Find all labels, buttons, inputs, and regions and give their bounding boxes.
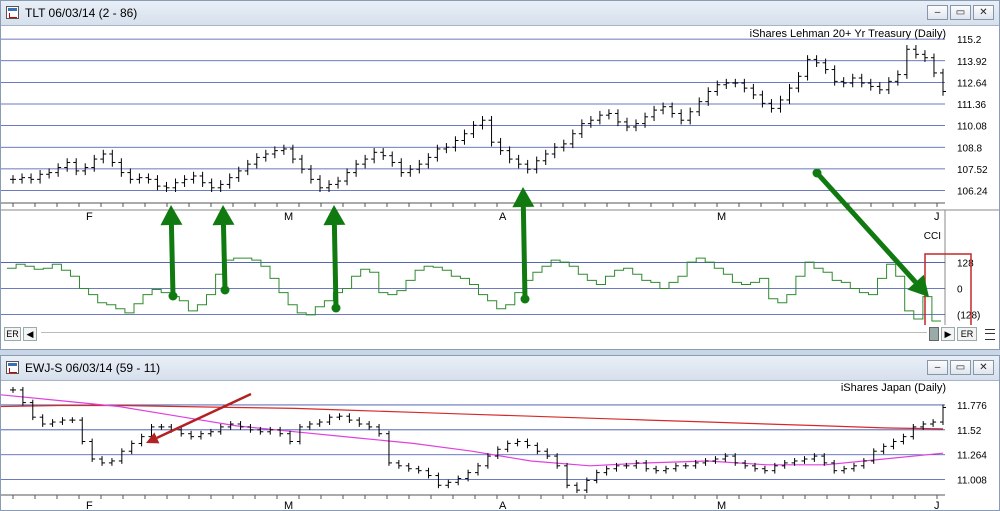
green-arrow-shaft <box>331 224 339 309</box>
cci-tick-label: 0 <box>957 285 963 296</box>
menu-lines-icon[interactable] <box>985 329 995 340</box>
ewj-tick-label: 11.264 <box>957 451 987 462</box>
green-arrow-head <box>160 205 183 226</box>
green-arrow-head <box>323 205 346 226</box>
er-right-button[interactable]: ER <box>957 327 977 341</box>
red-arrow-shaft <box>156 392 252 440</box>
ewj-window-title: EWJ-S 06/03/14 (59 - 11) <box>25 361 161 375</box>
price-tick-label: 111.36 <box>957 100 987 111</box>
green-arrow-head <box>212 205 235 226</box>
ewj-x-month-label: A <box>499 500 507 510</box>
close-button[interactable]: ✕ <box>973 360 994 375</box>
price-tick-label: 112.64 <box>957 78 987 89</box>
tlt-window-title: TLT 06/03/14 (2 - 86) <box>25 6 138 20</box>
green-arrow-shaft <box>168 224 176 297</box>
green-arrow-shaft <box>520 206 528 300</box>
tlt-title-bar[interactable]: TLT 06/03/14 (2 - 86) – ▭ ✕ <box>1 1 999 26</box>
price-tick-label: 108.8 <box>957 143 982 154</box>
green-arrow-head <box>512 187 535 208</box>
ewj-x-month-label: J <box>934 500 940 510</box>
scroll-thumb[interactable] <box>929 327 939 341</box>
tlt-scroll-row: ER ◀ ▶ ER <box>1 325 999 343</box>
price-tick-label: 107.52 <box>957 165 988 176</box>
cci-label: CCI <box>924 231 941 242</box>
green-arrow-shaft <box>815 171 918 284</box>
minimize-button[interactable]: – <box>927 360 948 375</box>
scroll-right-icon[interactable]: ▶ <box>941 327 955 341</box>
price-tick-label: 115.2 <box>957 35 982 46</box>
scroll-track[interactable] <box>41 332 927 333</box>
ewj-title-bar[interactable]: EWJ-S 06/03/14 (59 - 11) – ▭ ✕ <box>1 356 999 381</box>
x-month-label: A <box>499 211 507 223</box>
restore-button[interactable]: ▭ <box>950 5 971 20</box>
x-month-label: M <box>717 211 726 223</box>
er-left-button[interactable]: ER <box>4 327 21 341</box>
tlt-chart-window: TLT 06/03/14 (2 - 86) – ▭ ✕ F M A M J iShare… <box>0 0 1000 350</box>
x-month-label: F <box>86 211 93 223</box>
tlt-chart-title: iShares Lehman 20+ Yr Treasury (Daily) <box>750 28 946 40</box>
tlt-chart-svg[interactable]: F M A M J iShares Lehman 20+ Yr Treasury (Da… <box>1 25 999 325</box>
chart-app-icon <box>6 361 19 374</box>
x-month-label: M <box>284 211 293 223</box>
ewj-tick-label: 11.776 <box>957 401 987 412</box>
minimize-button[interactable]: – <box>927 5 948 20</box>
ewj-tick-label: 11.008 <box>957 476 987 487</box>
ewj-tick-label: 11.52 <box>957 426 982 437</box>
price-tick-label: 106.24 <box>957 186 988 197</box>
price-tick-label: 110.08 <box>957 122 987 133</box>
ewj-chart-svg[interactable]: F M A M J iShares Japan (Daily) 11.776 11.52 1… <box>1 380 999 510</box>
scroll-left-icon[interactable]: ◀ <box>23 327 37 341</box>
green-arrow-shaft <box>220 224 228 291</box>
ewj-chart-window: EWJ-S 06/03/14 (59 - 11) – ▭ ✕ F M A M J iSh… <box>0 355 1000 511</box>
close-button[interactable]: ✕ <box>973 5 994 20</box>
ewj-chart-title: iShares Japan (Daily) <box>841 382 946 394</box>
ewj-x-month-label: F <box>86 500 93 510</box>
restore-button[interactable]: ▭ <box>950 360 971 375</box>
price-tick-label: 113.92 <box>957 57 987 68</box>
cci-line <box>7 257 941 322</box>
ma-red-line <box>1 404 944 430</box>
ewj-x-month-label: M <box>717 500 726 510</box>
ewj-x-month-label: M <box>284 500 293 510</box>
x-month-label: J <box>934 211 940 223</box>
chart-app-icon <box>6 6 19 19</box>
cci-tick-label: (128) <box>957 311 980 322</box>
